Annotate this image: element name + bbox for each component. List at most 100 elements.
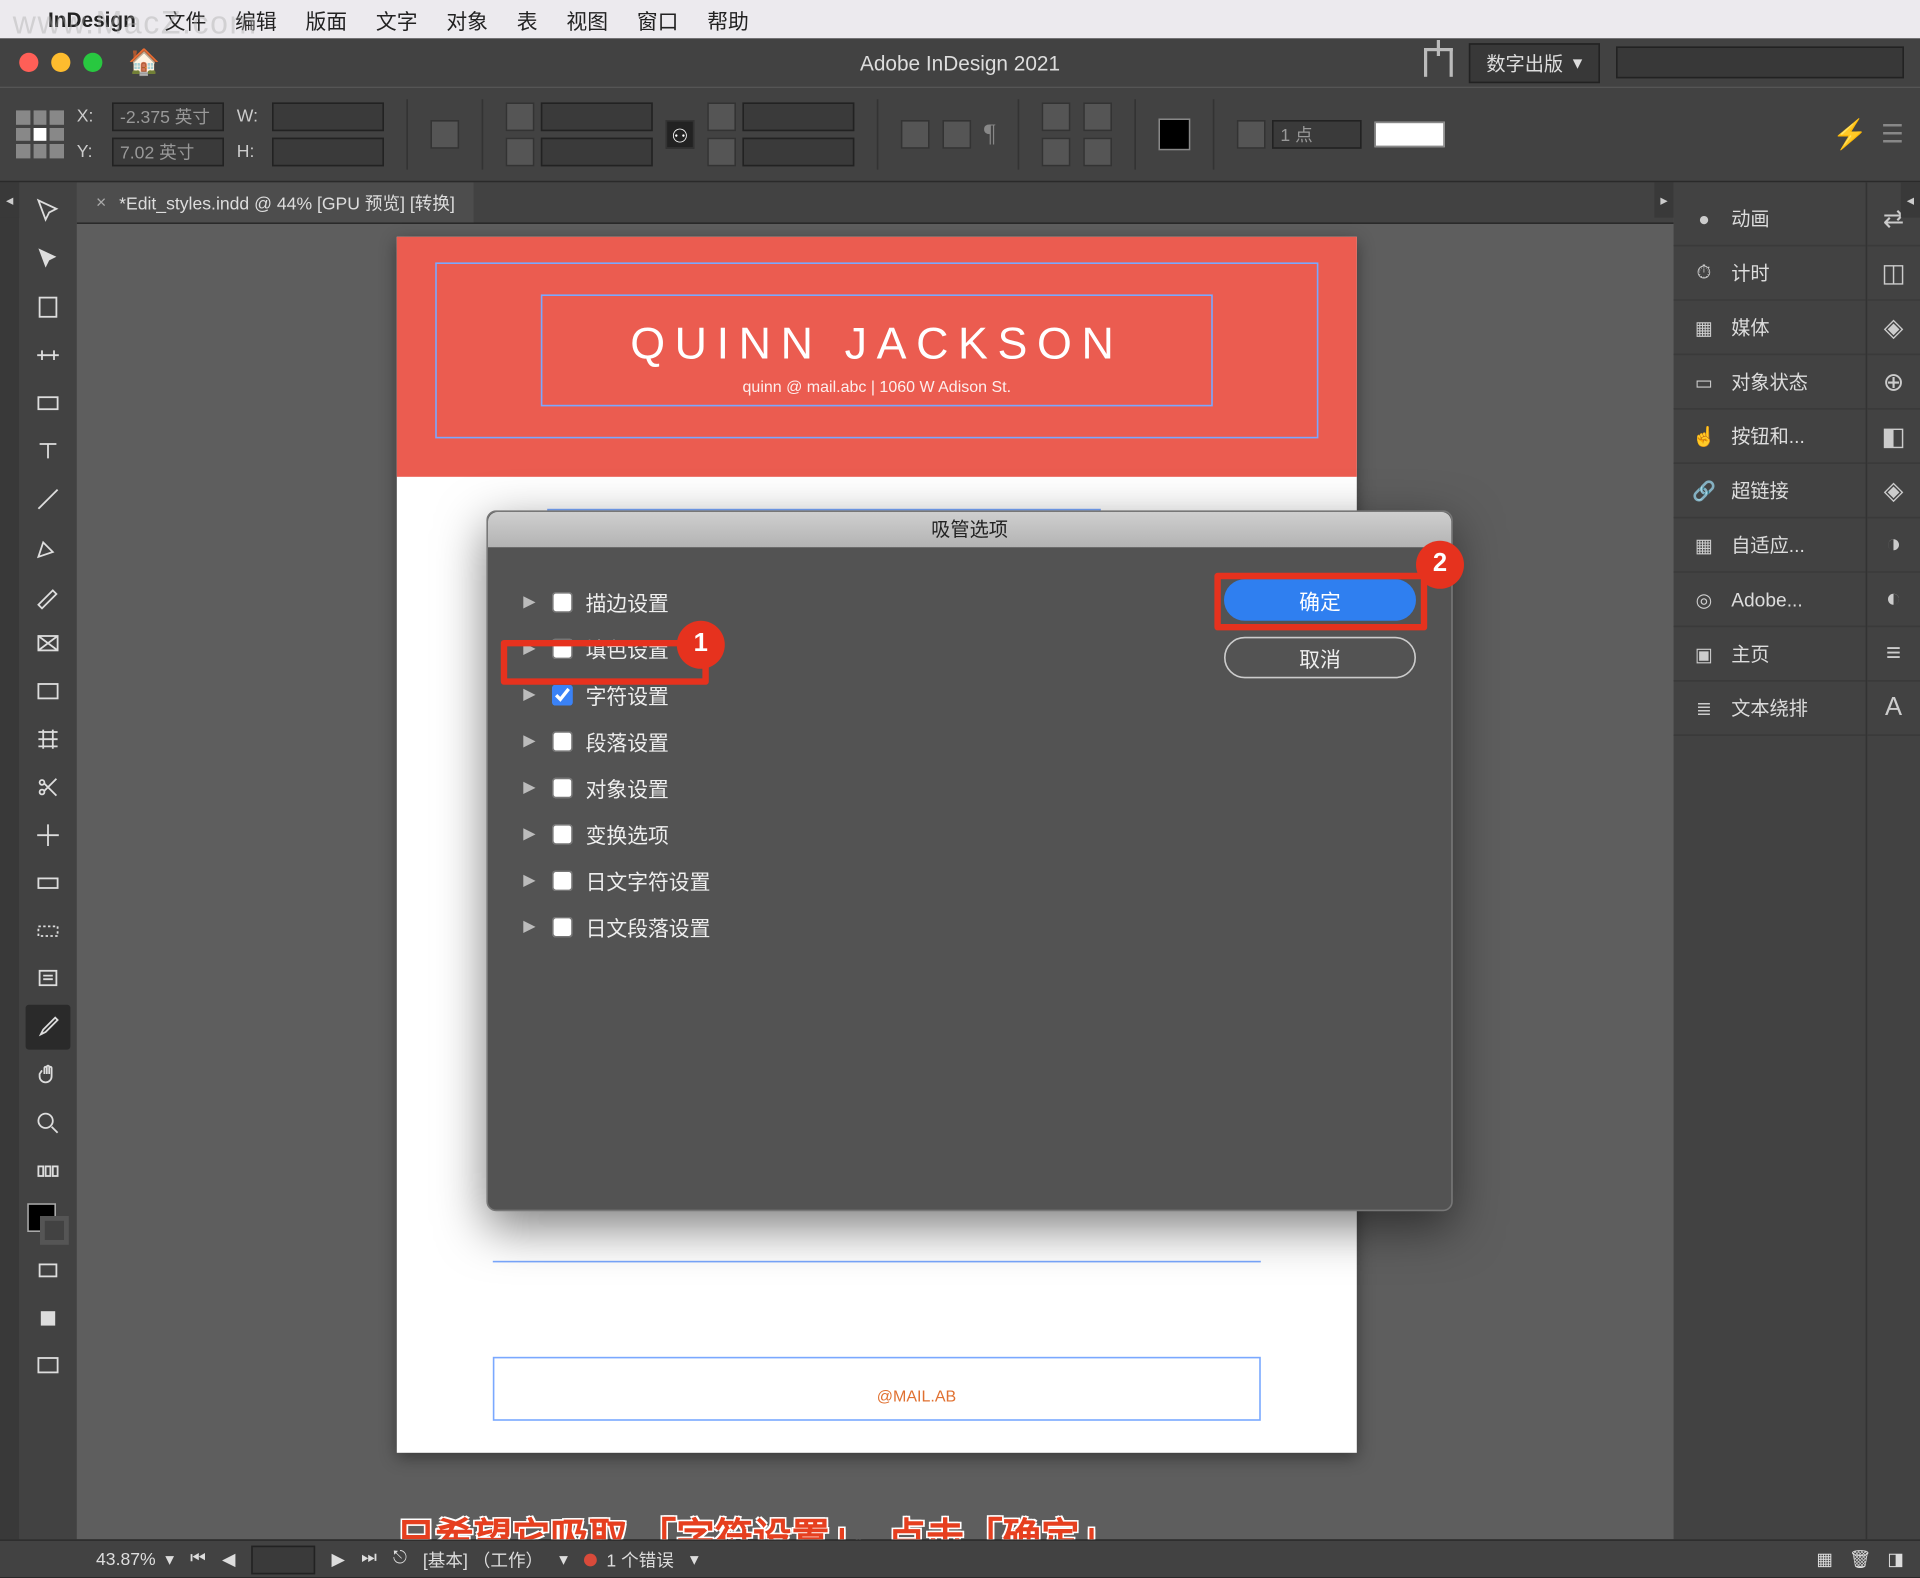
panel-media[interactable]: ▦媒体 <box>1674 301 1866 355</box>
menu-window[interactable]: 窗口 <box>637 4 679 34</box>
panel-menu-icon[interactable]: ☰ <box>1881 118 1904 150</box>
checkbox-stroke[interactable] <box>552 592 573 613</box>
collapse-left-icon[interactable]: ◂ <box>0 182 19 217</box>
stub-5[interactable]: ◧ <box>1867 410 1920 464</box>
view-split-icon[interactable]: ◨ <box>1887 1549 1904 1570</box>
flip-v-icon[interactable] <box>506 138 535 167</box>
opt-stroke[interactable]: ▶描边设置 <box>523 579 1176 625</box>
pen-tool[interactable] <box>26 525 71 570</box>
reference-point[interactable] <box>16 110 64 158</box>
zoom-window-icon[interactable] <box>83 53 102 72</box>
checkbox-object[interactable] <box>552 778 573 799</box>
opt-jp-char[interactable]: ▶日文字符设置 <box>523 858 1176 904</box>
gradient-swatch-tool[interactable] <box>26 861 71 906</box>
trash-icon[interactable]: 🗑 <box>1849 1549 1871 1570</box>
collapse-stub-icon[interactable]: ◂ <box>1901 182 1920 217</box>
scale-y-input[interactable] <box>541 138 653 167</box>
menu-layout[interactable]: 版面 <box>306 4 348 34</box>
cancel-button[interactable]: 取消 <box>1224 637 1416 679</box>
direct-selection-tool[interactable] <box>26 237 71 282</box>
scale-x-input[interactable] <box>541 102 653 131</box>
content-collector-tool[interactable] <box>26 381 71 426</box>
menu-object[interactable]: 对象 <box>446 4 488 34</box>
menu-view[interactable]: 视图 <box>566 4 608 34</box>
paragraph-style-status[interactable]: [基本] （工作） <box>423 1546 543 1572</box>
x-input[interactable]: -2.375 英寸 <box>112 102 224 131</box>
screen-mode-icon[interactable] <box>26 1344 71 1389</box>
expand-icon[interactable]: ▶ <box>523 686 539 704</box>
next-page-icon[interactable]: ▶ <box>332 1549 346 1570</box>
pencil-tool[interactable] <box>26 573 71 618</box>
last-page-icon[interactable]: ⏭ <box>361 1549 377 1570</box>
line-tool[interactable] <box>26 477 71 522</box>
scissors-tool[interactable] <box>26 765 71 810</box>
home-icon[interactable]: 🏠 <box>128 46 160 78</box>
document-tab[interactable]: × *Edit_styles.indd @ 44% [GPU 预览] [转换] <box>77 182 474 222</box>
eyedropper-tool[interactable] <box>26 1005 71 1050</box>
panel-animation[interactable]: ●动画 <box>1674 192 1866 246</box>
shear-input[interactable] <box>742 138 854 167</box>
close-window-icon[interactable] <box>19 53 38 72</box>
distribute-h-icon[interactable] <box>1084 102 1113 131</box>
minimize-window-icon[interactable] <box>51 53 70 72</box>
rotate-ccw-icon[interactable] <box>942 120 971 149</box>
quick-apply-icon[interactable]: ⚡ <box>1832 118 1868 152</box>
page-tool[interactable] <box>26 285 71 330</box>
panel-hyperlinks[interactable]: 🔗超链接 <box>1674 464 1866 518</box>
gap-tool[interactable] <box>26 333 71 378</box>
search-input[interactable] <box>1616 46 1904 78</box>
stub-8[interactable]: ◐ <box>1867 573 1920 627</box>
stub-3[interactable]: ◈ <box>1867 301 1920 355</box>
panel-timing[interactable]: ⏱计时 <box>1674 246 1866 300</box>
expand-icon[interactable]: ▶ <box>523 918 539 936</box>
panel-buttons[interactable]: ☝按钮和... <box>1674 410 1866 464</box>
share-icon[interactable] <box>1424 48 1453 77</box>
menu-help[interactable]: 帮助 <box>707 4 749 34</box>
distribute-v-icon[interactable] <box>1084 138 1113 167</box>
panel-adobe[interactable]: ◎Adobe... <box>1674 573 1866 627</box>
opt-transform[interactable]: ▶变换选项 <box>523 811 1176 857</box>
panel-text-wrap[interactable]: ≣文本绕排 <box>1674 682 1866 736</box>
panel-pages[interactable]: ▣主页 <box>1674 627 1866 681</box>
panel-liquid[interactable]: ▦自适应... <box>1674 518 1866 572</box>
default-fill-stroke-icon[interactable] <box>26 1296 71 1341</box>
stub-7[interactable]: ◑ <box>1867 518 1920 572</box>
opt-jp-para[interactable]: ▶日文段落设置 <box>523 904 1176 950</box>
align-bottom-icon[interactable] <box>1042 138 1071 167</box>
menu-type[interactable]: 文字 <box>376 4 418 34</box>
free-transform-tool[interactable] <box>26 813 71 858</box>
expand-icon[interactable]: ▶ <box>523 826 539 844</box>
y-input[interactable]: 7.02 英寸 <box>112 138 224 167</box>
expand-icon[interactable]: ▶ <box>523 779 539 797</box>
preflight-status[interactable]: 1 个错误 <box>584 1546 674 1572</box>
stub-2[interactable]: ◫ <box>1867 246 1920 300</box>
expand-icon[interactable]: ▶ <box>523 594 539 612</box>
align-top-icon[interactable] <box>1042 102 1071 131</box>
checkbox-jp-para[interactable] <box>552 917 573 938</box>
checkbox-jp-char[interactable] <box>552 870 573 891</box>
rotate-icon[interactable] <box>707 102 736 131</box>
note-tool[interactable] <box>26 957 71 1002</box>
opt-object[interactable]: ▶对象设置 <box>523 765 1176 811</box>
view-grid-icon[interactable]: ▦ <box>1816 1549 1833 1570</box>
fill-swatch[interactable] <box>1159 118 1191 150</box>
checkbox-character[interactable] <box>552 685 573 706</box>
h-input[interactable] <box>272 138 384 167</box>
panel-object-states[interactable]: ▭对象状态 <box>1674 355 1866 409</box>
rectangle-frame-tool[interactable] <box>26 621 71 666</box>
stub-10[interactable]: A <box>1867 682 1920 736</box>
page-input[interactable] <box>252 1545 316 1574</box>
constrain-icon[interactable] <box>430 120 459 149</box>
first-page-icon[interactable]: ⏮ <box>190 1549 206 1570</box>
paragraph-style-icon[interactable]: ¶ <box>984 120 996 149</box>
rotate-input[interactable] <box>742 102 854 131</box>
flip-h-icon[interactable] <box>506 102 535 131</box>
menu-table[interactable]: 表 <box>517 4 538 34</box>
checkbox-transform[interactable] <box>552 824 573 845</box>
prev-page-icon[interactable]: ◀ <box>222 1549 236 1570</box>
link-icon[interactable]: ⚇ <box>666 120 695 149</box>
stroke-style-icon[interactable] <box>1237 120 1266 149</box>
color-theme-tool[interactable] <box>26 1149 71 1194</box>
stub-4[interactable]: ⊕ <box>1867 355 1920 409</box>
shear-icon[interactable] <box>707 138 736 167</box>
